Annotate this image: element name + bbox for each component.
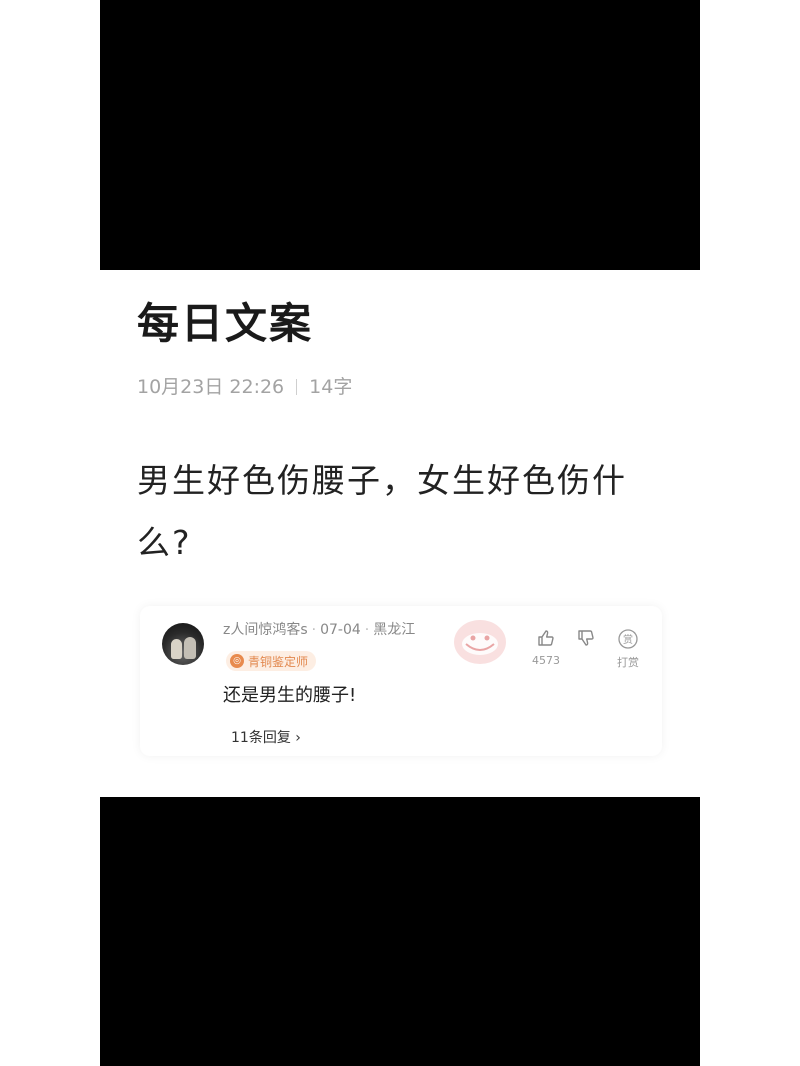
comment-date: 07-04 bbox=[320, 622, 361, 638]
article-word-count: 14字 bbox=[309, 376, 353, 398]
like-button[interactable]: 4573 bbox=[526, 628, 566, 668]
article-date: 10月23日 22:26 bbox=[137, 376, 285, 398]
reward-button[interactable]: 赏 打赏 bbox=[608, 628, 648, 670]
meta-divider bbox=[296, 379, 298, 395]
medal-icon: ◎ bbox=[230, 654, 244, 668]
article-card: 每日文案 10月23日 22:26 14字 男生好色伤腰子，女生好色伤什么? z人… bbox=[100, 270, 700, 797]
replies-link[interactable]: 11条回复 › bbox=[231, 728, 301, 748]
user-badge[interactable]: ◎ 青铜鉴定师 bbox=[226, 651, 317, 671]
article-title: 每日文案 bbox=[137, 299, 314, 348]
badge-label: 青铜鉴定师 bbox=[248, 654, 309, 669]
thumb-down-icon bbox=[578, 630, 594, 646]
avatar[interactable] bbox=[162, 623, 204, 665]
dislike-button[interactable] bbox=[566, 628, 606, 652]
svg-text:赏: 赏 bbox=[623, 634, 633, 646]
like-count: 4573 bbox=[532, 654, 560, 667]
article-body: 男生好色伤腰子，女生好色伤什么? bbox=[137, 461, 627, 562]
comment-card[interactable]: z人间惊鸿客s · 07-04 · 黑龙江 ◎ 青铜鉴定师 4573 赏 打赏 … bbox=[140, 606, 662, 756]
comment-header: z人间惊鸿客s · 07-04 · 黑龙江 bbox=[223, 622, 416, 638]
reward-label: 打赏 bbox=[617, 656, 639, 669]
thumb-up-icon bbox=[538, 630, 554, 646]
comment-text: 还是男生的腰子! bbox=[223, 685, 357, 706]
comment-location: 黑龙江 bbox=[373, 622, 416, 638]
stamp-icon bbox=[454, 620, 506, 664]
black-bar-top bbox=[100, 0, 700, 270]
black-bar-bottom bbox=[100, 797, 700, 1066]
article-meta: 10月23日 22:26 14字 bbox=[137, 374, 352, 400]
reward-icon: 赏 bbox=[618, 629, 638, 649]
comment-username[interactable]: z人间惊鸿客s bbox=[223, 622, 308, 638]
